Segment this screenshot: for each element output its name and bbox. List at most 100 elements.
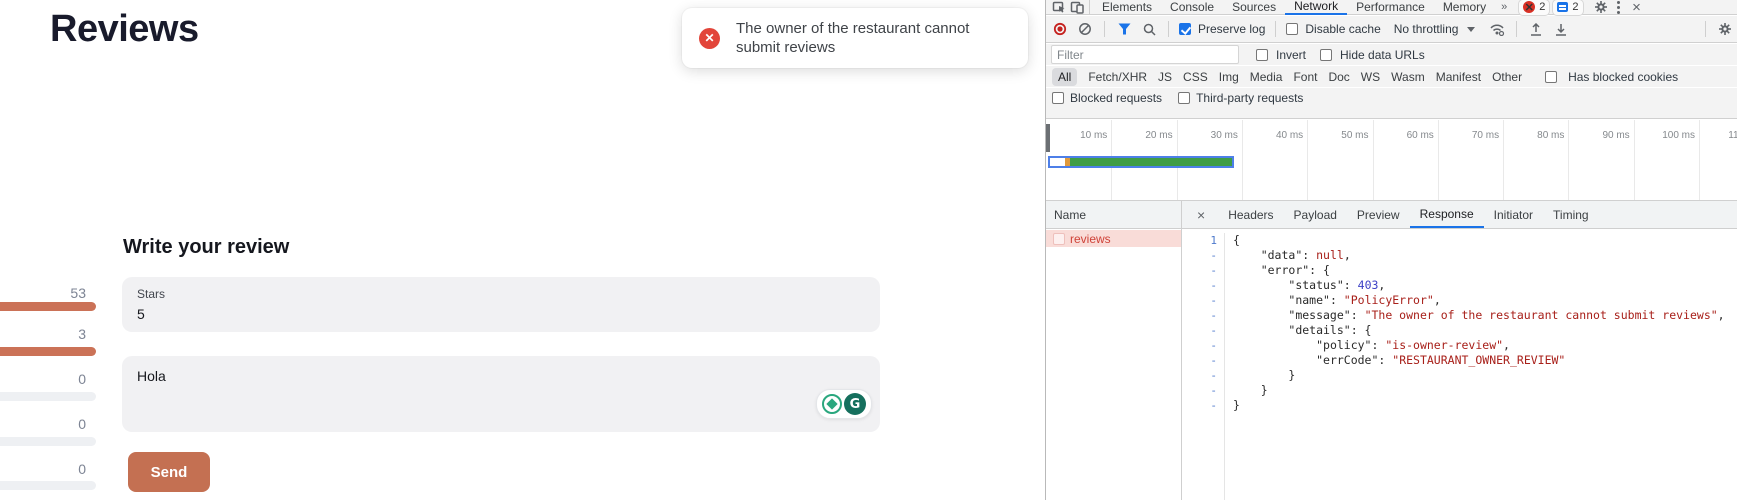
search-icon[interactable] [1140,20,1158,38]
grammarly-icon[interactable]: G [844,393,866,415]
issues-badge[interactable]: 2 [1552,0,1583,16]
line-number: - [1182,323,1224,338]
screenshot-root: Reviews ✕ The owner of the restaurant ca… [0,0,1737,500]
line-number: - [1182,383,1224,398]
has-blocked-cookies-checkbox[interactable] [1545,71,1557,83]
network-overview: 10 ms20 ms30 ms40 ms50 ms60 ms70 ms80 ms… [1046,120,1737,201]
timeline-tick-label: 10 ms [1051,130,1107,142]
type-chip-img[interactable]: Img [1219,68,1239,86]
code-line: "errCode": "RESTAURANT_OWNER_REVIEW" [1233,353,1725,368]
preserve-log-checkbox[interactable] [1179,23,1191,35]
line-number: - [1182,308,1224,323]
timeline-tick-label: 100 ms [1639,130,1695,142]
stars-field[interactable]: Stars 5 [122,277,880,332]
timeline-gridline [1503,120,1504,200]
rating-count: 0 [26,371,86,387]
line-number: - [1182,293,1224,308]
line-number: 1 [1182,233,1224,248]
rating-bar [0,481,96,490]
blocked-requests-checkbox[interactable] [1052,92,1064,104]
request-list: reviews [1046,229,1182,500]
detail-tab-response[interactable]: Response [1410,201,1484,228]
detail-tab-timing[interactable]: Timing [1543,201,1599,228]
detail-tab-initiator[interactable]: Initiator [1484,201,1543,228]
type-chip-media[interactable]: Media [1250,68,1283,86]
tab-network[interactable]: Network [1285,0,1347,15]
send-button[interactable]: Send [128,452,210,492]
timeline-tick-label: 40 ms [1247,130,1303,142]
waterfall-segment [1050,158,1065,166]
timeline-tick-label: 30 ms [1182,130,1238,142]
inspect-element-icon[interactable] [1050,0,1068,16]
network-settings-gear-icon[interactable] [1716,20,1734,38]
type-chip-other[interactable]: Other [1492,68,1522,86]
overview-scroll-handle[interactable] [1046,124,1050,152]
code-line: "policy": "is-owner-review", [1233,338,1725,353]
detail-tabs: HeadersPayloadPreviewResponseInitiatorTi… [1218,201,1598,228]
timeline-gridline [1373,120,1374,200]
code-line: } [1233,368,1725,383]
review-textarea[interactable]: Hola [122,356,880,432]
request-name: reviews [1070,232,1111,246]
request-type-icon [1053,233,1065,245]
type-chip-doc[interactable]: Doc [1328,68,1349,86]
filter-funnel-icon[interactable] [1115,20,1133,38]
device-toolbar-icon[interactable] [1068,0,1086,16]
code-line: "message": "The owner of the restaurant … [1233,308,1725,323]
timeline-gridline [1634,120,1635,200]
type-chip-all[interactable]: All [1052,68,1077,86]
filter-row: Invert Hide data URLs [1046,44,1737,65]
stars-value: 5 [137,306,145,322]
filter-input[interactable] [1051,45,1239,64]
detail-tab-payload[interactable]: Payload [1284,201,1347,228]
network-toolbar: Preserve log Disable cache No throttling [1046,16,1737,43]
type-chip-wasm[interactable]: Wasm [1391,68,1425,86]
invert-checkbox[interactable] [1256,49,1268,61]
code-line: "error": { [1233,263,1725,278]
waterfall-segment [1070,158,1232,166]
rating-count: 53 [26,285,86,301]
code-line: "data": null, [1233,248,1725,263]
type-chip-css[interactable]: CSS [1183,68,1208,86]
name-column-header[interactable]: Name [1046,201,1182,228]
devtools-close-icon[interactable]: × [1628,0,1646,16]
devtools-menu-icon[interactable] [1610,0,1628,16]
record-network-log-icon[interactable] [1051,20,1069,38]
tab-sources[interactable]: Sources [1223,0,1285,15]
third-party-checkbox[interactable] [1178,92,1190,104]
line-number: - [1182,338,1224,353]
tab-console[interactable]: Console [1161,0,1223,15]
timeline-tick-label: 50 ms [1313,130,1369,142]
type-chip-manifest[interactable]: Manifest [1436,68,1481,86]
tab-performance[interactable]: Performance [1347,0,1434,15]
clear-network-log-icon[interactable] [1076,20,1094,38]
detail-tab-preview[interactable]: Preview [1347,201,1410,228]
detail-tab-headers[interactable]: Headers [1218,201,1283,228]
throttling-select[interactable]: No throttling [1394,22,1459,36]
timeline-tick-label: 60 ms [1378,130,1434,142]
import-har-icon[interactable] [1527,20,1545,38]
type-chip-ws[interactable]: WS [1361,68,1380,86]
error-icon: ✕ [1523,1,1535,13]
devtools-tab-bar: ElementsConsoleSourcesNetworkPerformance… [1046,0,1737,15]
type-chip-font[interactable]: Font [1293,68,1317,86]
tab-memory[interactable]: Memory [1434,0,1495,15]
type-chip-js[interactable]: JS [1158,68,1172,86]
grammarly-widget: G [816,389,872,419]
close-detail-icon[interactable]: × [1197,207,1205,223]
timeline-tick-label: 70 ms [1443,130,1499,142]
network-conditions-icon[interactable] [1488,20,1506,38]
settings-gear-icon[interactable] [1592,0,1610,16]
line-number: - [1182,263,1224,278]
timeline-tick-label: 80 ms [1508,130,1564,142]
type-chip-fetchxhr[interactable]: Fetch/XHR [1088,68,1147,86]
disable-cache-checkbox[interactable] [1286,23,1298,35]
console-errors-badge[interactable]: ✕ 2 [1518,0,1550,16]
suggestion-bulb-icon[interactable] [822,394,842,414]
request-waterfall-bar[interactable] [1048,156,1234,168]
tab-elements[interactable]: Elements [1093,0,1161,15]
export-har-icon[interactable] [1552,20,1570,38]
request-row-reviews[interactable]: reviews [1046,230,1181,247]
more-tabs-icon[interactable]: » [1495,1,1512,13]
hide-data-urls-checkbox[interactable] [1320,49,1332,61]
